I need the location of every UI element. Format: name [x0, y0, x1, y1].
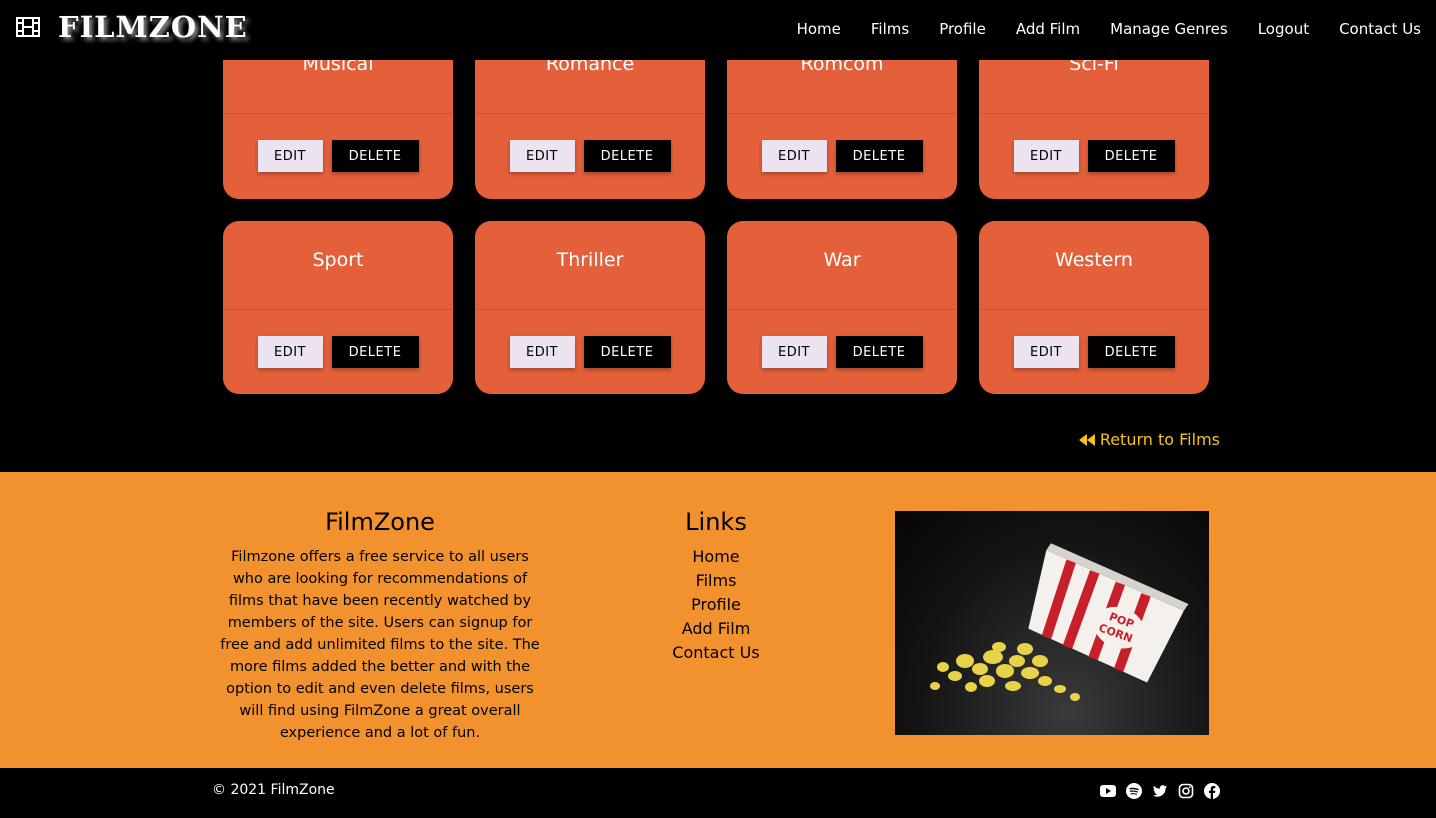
edit-button[interactable]: EDIT [257, 140, 323, 172]
delete-button[interactable]: DELETE [1087, 140, 1175, 172]
copyright-text: © 2021 FilmZone [212, 782, 335, 798]
card-actions: EDIT DELETE [727, 140, 957, 172]
genre-card: Sport EDIT DELETE [223, 221, 453, 394]
nav-link-contact-us[interactable]: Contact Us [1339, 20, 1421, 38]
return-to-films-link[interactable]: Return to Films [1078, 430, 1220, 449]
genre-name: Thriller [556, 249, 624, 271]
nav-link-films[interactable]: Films [871, 20, 909, 38]
card-divider [727, 113, 957, 114]
navbar: FILMZONE Home Films Profile Add Film Man… [0, 0, 1436, 60]
edit-button[interactable]: EDIT [1013, 336, 1079, 368]
edit-button[interactable]: EDIT [509, 140, 575, 172]
card-actions: EDIT DELETE [223, 336, 453, 368]
delete-button[interactable]: DELETE [331, 140, 419, 172]
delete-button[interactable]: DELETE [835, 336, 923, 368]
card-actions: EDIT DELETE [979, 336, 1209, 368]
instagram-icon[interactable] [1178, 783, 1194, 799]
return-to-films-label: Return to Films [1099, 430, 1220, 449]
copyright-bar: © 2021 FilmZone [0, 768, 1436, 818]
delete-button[interactable]: DELETE [1087, 336, 1175, 368]
footer-about: FilmZone Filmzone offers a free service … [220, 508, 540, 744]
card-actions: EDIT DELETE [727, 336, 957, 368]
card-actions: EDIT DELETE [979, 140, 1209, 172]
genre-card: War EDIT DELETE [727, 221, 957, 394]
genre-name: War [823, 249, 861, 271]
footer-link-films[interactable]: Films [616, 570, 816, 591]
footer-links: Links Home Films Profile Add Film Contac… [616, 508, 816, 663]
social-links [1100, 783, 1220, 799]
edit-button[interactable]: EDIT [1013, 140, 1079, 172]
backward-icon [1078, 433, 1095, 446]
footer-link-contact-us[interactable]: Contact Us [616, 642, 816, 663]
card-divider [475, 113, 705, 114]
nav-link-logout[interactable]: Logout [1258, 20, 1309, 38]
edit-button[interactable]: EDIT [509, 336, 575, 368]
footer-link-home[interactable]: Home [616, 546, 816, 567]
footer-links-list: Home Films Profile Add Film Contact Us [616, 546, 816, 663]
youtube-icon[interactable] [1100, 783, 1116, 799]
edit-button[interactable]: EDIT [761, 140, 827, 172]
popcorn-image: POP CORN [895, 511, 1209, 735]
card-actions: EDIT DELETE [223, 140, 453, 172]
card-divider [223, 113, 453, 114]
card-divider [979, 113, 1209, 114]
footer-links-title: Links [685, 508, 747, 536]
card-actions: EDIT DELETE [475, 140, 705, 172]
card-divider [223, 309, 453, 310]
film-icon [16, 17, 40, 37]
genre-card: Western EDIT DELETE [979, 221, 1209, 394]
facebook-icon[interactable] [1204, 783, 1220, 799]
delete-button[interactable]: DELETE [583, 140, 671, 172]
nav-links: Home Films Profile Add Film Manage Genre… [797, 0, 1436, 58]
popcorn-illustration: POP CORN [930, 543, 1189, 701]
genre-name: Sport [312, 249, 364, 271]
footer: FilmZone Filmzone offers a free service … [0, 472, 1436, 768]
footer-about-text: Filmzone offers a free service to all us… [220, 549, 540, 741]
card-actions: EDIT DELETE [475, 336, 705, 368]
delete-button[interactable]: DELETE [331, 336, 419, 368]
delete-button[interactable]: DELETE [583, 336, 671, 368]
footer-link-profile[interactable]: Profile [616, 594, 816, 615]
delete-button[interactable]: DELETE [835, 140, 923, 172]
genre-name: Western [1055, 249, 1133, 271]
edit-button[interactable]: EDIT [761, 336, 827, 368]
brand[interactable]: FILMZONE [14, 10, 248, 44]
footer-about-title: FilmZone [325, 508, 435, 536]
nav-link-manage-genres[interactable]: Manage Genres [1110, 20, 1228, 38]
footer-link-add-film[interactable]: Add Film [616, 618, 816, 639]
twitter-icon[interactable] [1152, 783, 1168, 799]
card-divider [727, 309, 957, 310]
nav-link-home[interactable]: Home [797, 20, 841, 38]
card-divider [979, 309, 1209, 310]
nav-link-profile[interactable]: Profile [939, 20, 986, 38]
nav-link-add-film[interactable]: Add Film [1016, 20, 1080, 38]
spotify-icon[interactable] [1126, 783, 1142, 799]
card-divider [475, 309, 705, 310]
edit-button[interactable]: EDIT [257, 336, 323, 368]
brand-title: FILMZONE [58, 10, 248, 44]
genre-card: Thriller EDIT DELETE [475, 221, 705, 394]
